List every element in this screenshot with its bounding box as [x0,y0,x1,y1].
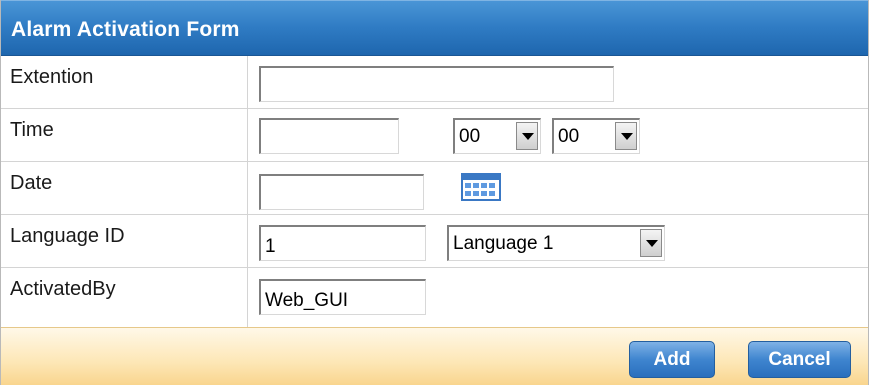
chevron-down-icon[interactable] [516,122,538,150]
language-label: Language ID [1,215,248,267]
time-input[interactable] [259,118,399,154]
time-row: Time 00 00 [1,109,868,162]
date-input[interactable] [259,174,424,210]
chevron-down-icon[interactable] [615,122,637,150]
calendar-icon[interactable] [461,173,501,201]
form-title-bar: Alarm Activation Form [1,0,868,56]
form-footer: Add Cancel [1,327,868,385]
date-label: Date [1,162,248,214]
add-button[interactable]: Add [629,341,715,378]
cancel-button[interactable]: Cancel [748,341,851,378]
language-select[interactable]: Language 1 [447,225,665,261]
extension-row: Extention [1,56,868,109]
time-label: Time [1,109,248,161]
alarm-activation-form: Alarm Activation Form Extention Time 00 … [0,0,869,385]
activated-by-row: ActivatedBy [1,268,868,327]
hour-value: 00 [459,126,481,147]
activated-by-input[interactable] [259,279,426,315]
minute-select[interactable]: 00 [552,118,640,154]
form-title: Alarm Activation Form [11,18,240,41]
language-row: Language ID Language 1 [1,215,868,268]
minute-value: 00 [558,126,580,147]
extension-input[interactable] [259,66,614,102]
language-id-input[interactable] [259,225,426,261]
chevron-down-icon[interactable] [640,229,662,257]
hour-select[interactable]: 00 [453,118,541,154]
activated-by-label: ActivatedBy [1,268,248,327]
date-row: Date [1,162,868,215]
language-selected-value: Language 1 [453,233,554,254]
extension-label: Extention [1,56,248,108]
